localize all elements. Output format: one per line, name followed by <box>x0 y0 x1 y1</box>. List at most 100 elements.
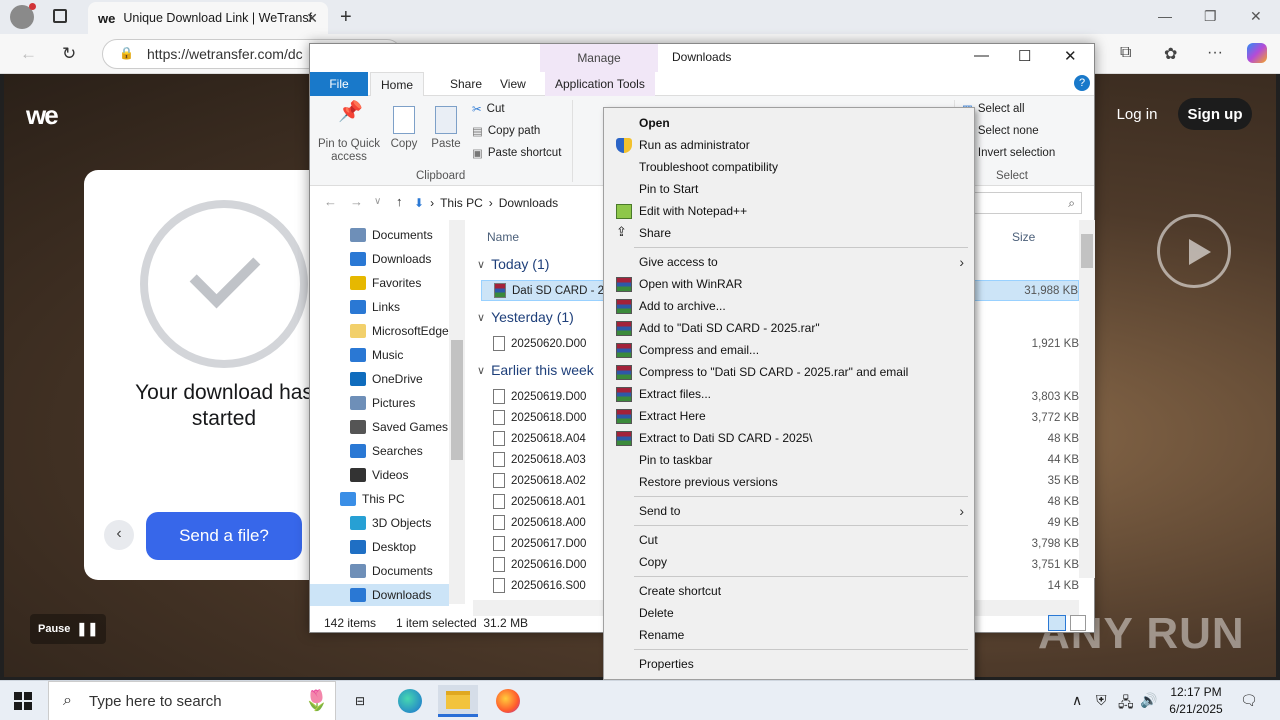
profile-avatar-icon[interactable] <box>10 3 36 29</box>
extensions-icon[interactable]: ✿ <box>1164 44 1177 64</box>
send-file-button[interactable]: Send a file? <box>146 512 302 560</box>
pin-quick-access-button[interactable]: 📌 Pin to Quick access <box>316 102 382 164</box>
help-icon[interactable]: ? <box>1074 75 1090 91</box>
menu-item[interactable]: Give access to › <box>606 251 972 273</box>
copilot-icon[interactable] <box>1247 43 1267 63</box>
back-icon[interactable]: ← <box>20 44 37 64</box>
back-nav-icon[interactable]: ← <box>324 194 337 209</box>
previous-arrow-icon[interactable]: ‹ <box>104 520 134 550</box>
nav-item[interactable]: Documents <box>310 224 449 246</box>
show-hidden-icons[interactable]: ∧ <box>1072 692 1082 709</box>
nav-item[interactable]: Desktop <box>310 536 449 558</box>
nav-item[interactable]: Searches <box>310 440 449 462</box>
notifications-icon[interactable]: 🗨 <box>1240 692 1258 709</box>
play-icon[interactable] <box>1157 214 1231 288</box>
close-window-icon[interactable]: ✕ <box>1250 8 1262 25</box>
menu-item[interactable]: Rename <box>606 624 972 646</box>
nav-item[interactable]: Pictures <box>310 392 449 414</box>
security-tray-icon[interactable]: ⛨ <box>1096 692 1107 709</box>
browser-tab[interactable]: we Unique Download Link | WeTransfer ✕ <box>88 2 328 34</box>
column-header-size[interactable]: Size <box>1012 230 1035 244</box>
up-icon[interactable]: ↑ <box>396 194 403 209</box>
menu-item[interactable]: Extract to Dati SD CARD - 2025\ <box>606 427 972 449</box>
menu-item[interactable]: Create shortcut <box>606 580 972 602</box>
group-header[interactable]: ∨ Earlier this week <box>477 362 594 378</box>
copy-ribbon-button[interactable]: Copy <box>386 106 422 151</box>
new-tab-icon[interactable]: + <box>340 6 352 29</box>
menu-item[interactable]: Send to › <box>606 500 972 522</box>
menu-item[interactable]: Cut <box>606 529 972 551</box>
taskbar-clock[interactable]: 12:17 PM 6/21/2025 <box>1160 684 1232 718</box>
nav-scrollbar[interactable] <box>449 220 465 604</box>
tab-share[interactable]: Share <box>440 72 492 96</box>
paste-ribbon-button[interactable]: Paste <box>428 106 464 151</box>
start-button[interactable] <box>14 692 32 710</box>
file-list-scrollbar[interactable] <box>1079 220 1095 578</box>
nav-item[interactable]: Videos <box>310 464 449 486</box>
menu-item[interactable]: Open with WinRAR <box>606 273 972 295</box>
restore-icon[interactable]: ❐ <box>1204 8 1217 25</box>
menu-item[interactable]: Compress and email... <box>606 339 972 361</box>
nav-item[interactable]: Links <box>310 296 449 318</box>
nav-item[interactable]: Music <box>310 344 449 366</box>
pause-background-button[interactable]: Pause ❚❚ <box>30 614 107 644</box>
column-header-name[interactable]: Name <box>487 230 519 244</box>
large-icons-view-icon[interactable] <box>1070 615 1086 631</box>
invert-selection-button[interactable]: ▥Invert selection <box>962 146 1055 160</box>
menu-item[interactable]: Open <box>606 112 972 134</box>
taskbar-search[interactable]: ⌕ Type here to search 🌷 <box>48 681 336 720</box>
collections-icon[interactable]: ⧉ <box>1120 44 1131 62</box>
menu-item[interactable]: Pin to taskbar <box>606 449 972 471</box>
refresh-icon[interactable]: ↻ <box>62 44 76 64</box>
manage-context-tab[interactable]: Manage <box>540 44 658 72</box>
firefox-icon[interactable] <box>488 685 528 717</box>
details-view-icon[interactable] <box>1048 615 1066 631</box>
nav-item[interactable]: This PC <box>310 488 449 510</box>
menu-item[interactable]: Restore previous versions <box>606 471 972 493</box>
nav-item[interactable]: Downloads <box>310 248 449 270</box>
menu-item[interactable]: Add to "Dati SD CARD - 2025.rar" <box>606 317 972 339</box>
breadcrumb-downloads[interactable]: Downloads <box>499 196 558 210</box>
tab-actions-icon[interactable] <box>53 9 67 23</box>
nav-item[interactable]: Downloads <box>310 584 449 606</box>
menu-item[interactable]: Edit with Notepad++ <box>606 200 972 222</box>
nav-item[interactable]: OneDrive <box>310 368 449 390</box>
tab-file[interactable]: File <box>310 72 368 96</box>
file-explorer-taskbar-icon[interactable] <box>438 685 478 717</box>
volume-icon[interactable]: 🔊 <box>1140 692 1157 709</box>
cut-ribbon-button[interactable]: ✂ Cut <box>472 102 505 116</box>
recent-locations-icon[interactable]: ∨ <box>374 196 381 207</box>
group-header[interactable]: ∨ Today (1) <box>477 256 549 272</box>
task-view-icon[interactable]: ⊟ <box>340 685 380 717</box>
explorer-maximize-icon[interactable]: ☐ <box>1018 47 1031 65</box>
explorer-minimize-icon[interactable]: — <box>974 47 989 64</box>
close-tab-icon[interactable]: ✕ <box>306 10 318 27</box>
breadcrumb-this-pc[interactable]: This PC <box>440 196 483 210</box>
explorer-close-icon[interactable]: ✕ <box>1064 47 1077 65</box>
breadcrumb[interactable]: ⬇ › This PC › Downloads <box>414 192 594 214</box>
menu-item[interactable]: Properties <box>606 653 972 675</box>
nav-item[interactable]: Favorites <box>310 272 449 294</box>
menu-item[interactable]: Extract Here <box>606 405 972 427</box>
nav-item[interactable]: MicrosoftEdge <box>310 320 449 342</box>
menu-item[interactable]: Troubleshoot compatibility <box>606 156 972 178</box>
nav-item[interactable]: 3D Objects <box>310 512 449 534</box>
tab-view[interactable]: View <box>490 72 536 96</box>
menu-item[interactable]: Run as administrator <box>606 134 972 156</box>
edge-icon[interactable] <box>390 685 430 717</box>
file-list-scrollbar-thumb[interactable] <box>1081 234 1093 268</box>
menu-item[interactable]: Delete <box>606 602 972 624</box>
nav-item[interactable]: Saved Games <box>310 416 449 438</box>
login-button[interactable]: Log in <box>1098 100 1176 128</box>
signup-button[interactable]: Sign up <box>1178 98 1252 130</box>
forward-nav-icon[interactable]: → <box>350 194 363 209</box>
menu-item[interactable]: Compress to "Dati SD CARD - 2025.rar" an… <box>606 361 972 383</box>
more-menu-icon[interactable]: ··· <box>1207 44 1223 62</box>
paste-shortcut-button[interactable]: ▣ Paste shortcut <box>472 146 561 160</box>
menu-item[interactable]: Extract files... <box>606 383 972 405</box>
network-icon[interactable]: 🖧 <box>1118 692 1134 716</box>
nav-scrollbar-thumb[interactable] <box>451 340 463 460</box>
tab-home[interactable]: Home <box>370 72 425 96</box>
menu-item[interactable]: ⇪ Share <box>606 222 972 244</box>
minimize-icon[interactable]: — <box>1158 8 1172 24</box>
